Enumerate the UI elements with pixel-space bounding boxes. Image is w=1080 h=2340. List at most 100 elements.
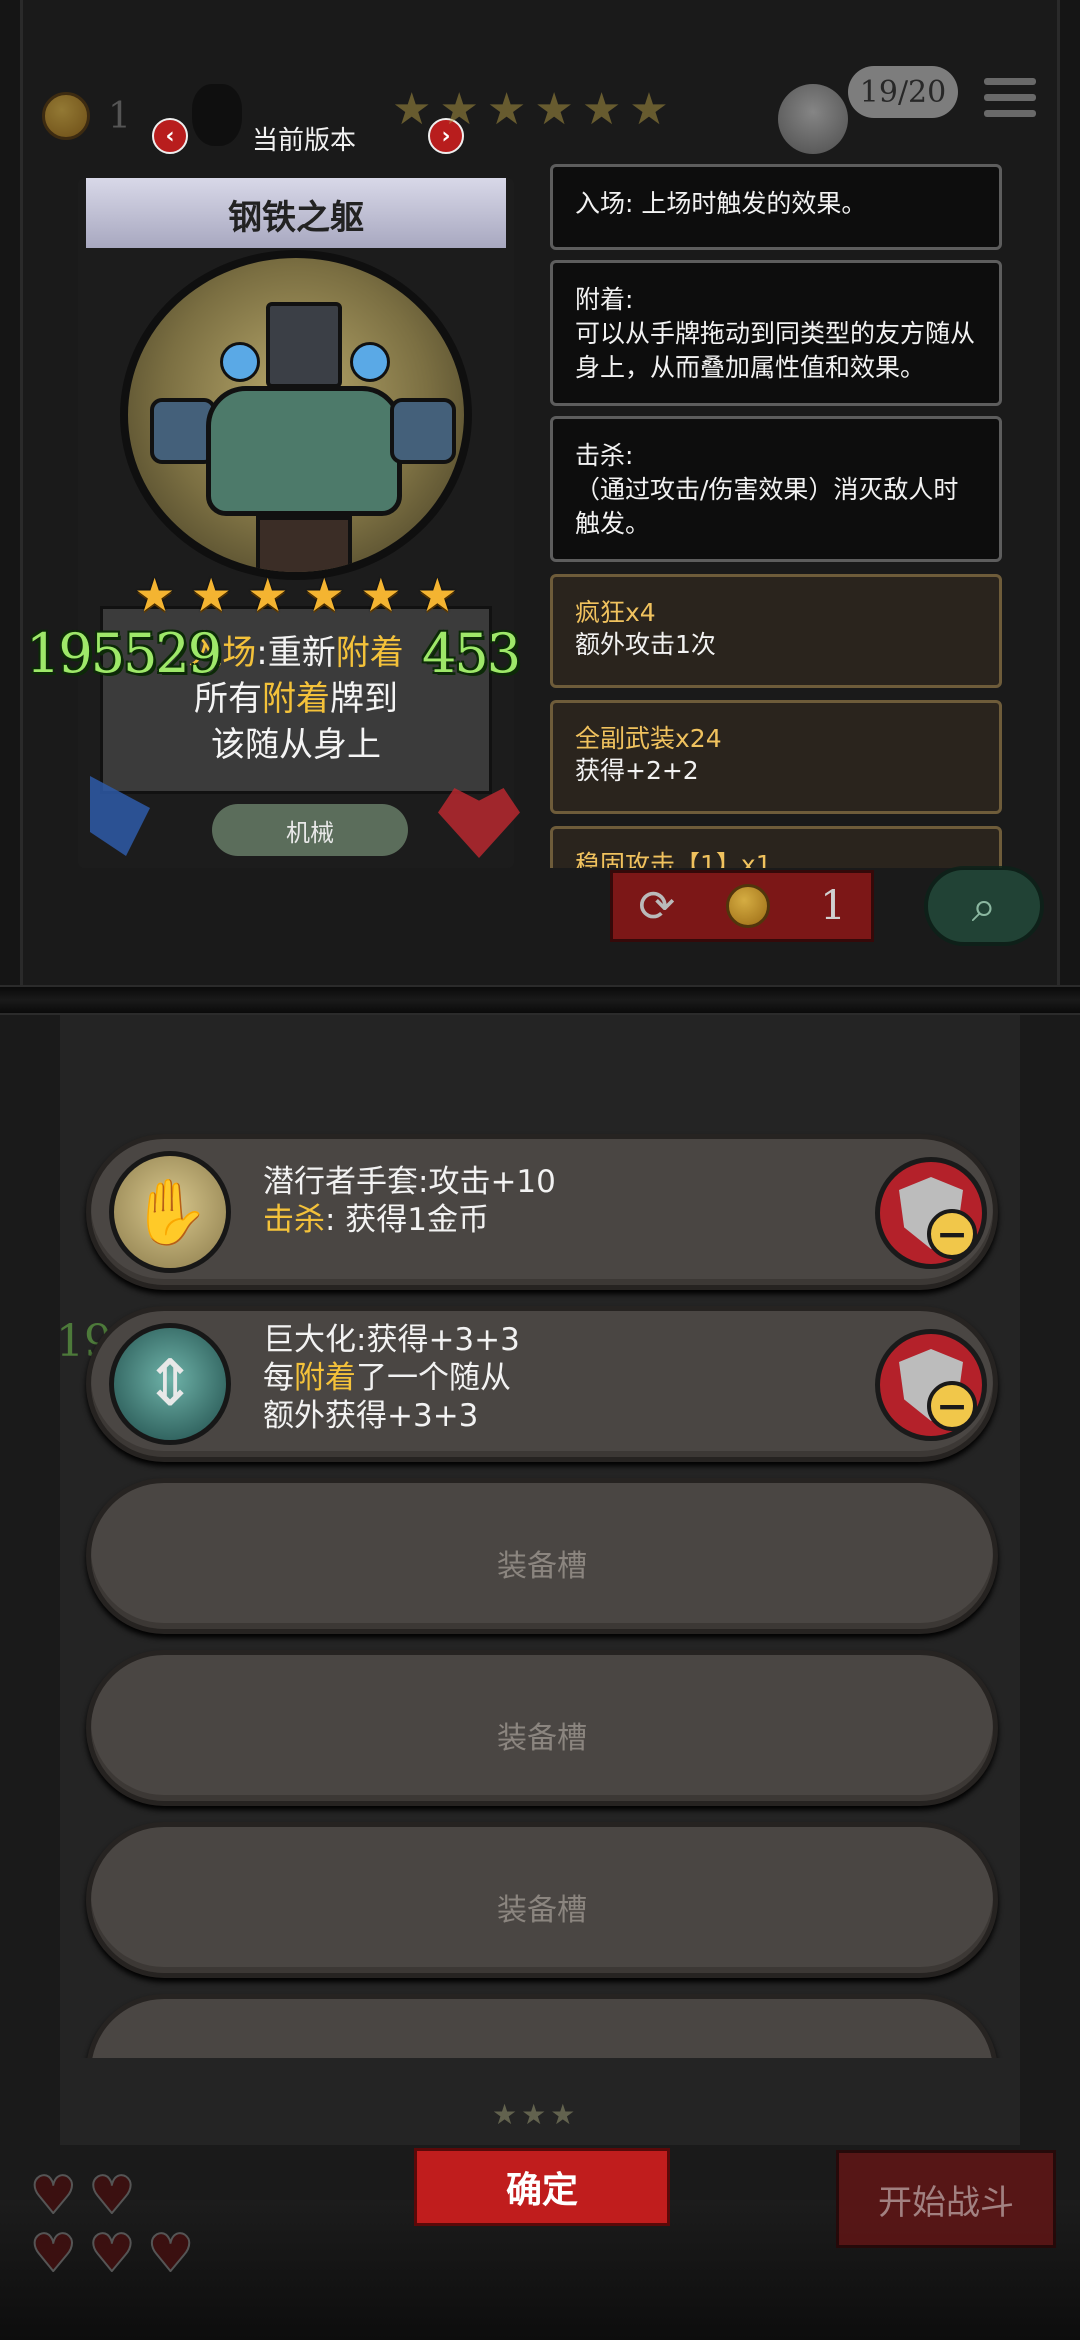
- buff-name: 疯狂x4: [575, 598, 656, 627]
- heart-icon: ♥: [29, 2224, 78, 2284]
- buff-desc: 获得+2+2: [575, 756, 699, 785]
- star-icon: ★: [190, 568, 232, 622]
- confirm-button[interactable]: 确定: [414, 2148, 670, 2226]
- empty-slot-label: 装备槽: [497, 1893, 587, 1928]
- glove-icon: ✋: [109, 1151, 231, 1273]
- star-icon: ★: [492, 2098, 518, 2131]
- star-icon: ★: [303, 568, 345, 622]
- keyword-attach: 附着: [294, 1360, 356, 1396]
- empty-equipment-slot[interactable]: 装备槽: [86, 1822, 998, 1978]
- buff-name: 全副武装x24: [575, 724, 722, 753]
- minion-card: 钢铁之躯 ★ ★ ★ ★ ★ ★ 入场:重新附着 所有附着牌到 该随从身上: [78, 168, 514, 868]
- empty-slot-label: 装备槽: [497, 1549, 587, 1584]
- card-text-line3: 该随从身上: [211, 725, 381, 765]
- equipment-line: 每附着了一个随从: [263, 1359, 823, 1397]
- keyword-panel-battlecry: 入场: 上场时触发的效果。: [550, 164, 1002, 250]
- card-text-fragment: 牌到: [330, 679, 398, 719]
- heart-icon: ♥: [88, 2166, 137, 2226]
- star-icon: ★: [534, 84, 574, 135]
- keyword-panel-attach: 附着: 可以从手牌拖动到同类型的友方随从身上，从而叠加属性值和效果。: [550, 260, 1002, 406]
- remove-equipment-button[interactable]: [875, 1329, 987, 1441]
- heart-icon: ♥: [29, 2166, 78, 2226]
- search-icon: ⌕: [971, 880, 997, 932]
- lives-row: ♥ ♥ ♥: [29, 2224, 195, 2284]
- card-text-fragment: 所有: [194, 679, 262, 719]
- equipment-line: 潜行者手套:攻击+10: [263, 1164, 556, 1200]
- equipment-line: 击杀: 获得1金币: [263, 1201, 823, 1239]
- star-icon: ★: [134, 568, 176, 622]
- refresh-cost: 1: [820, 883, 846, 929]
- equipment-modal: ✋ 潜行者手套:攻击+10 击杀: 获得1金币 − ⇕ 巨大化:获得+3+3 每…: [72, 1118, 1016, 2058]
- buff-panel: 稳固攻击【1】x1: [550, 826, 1002, 868]
- card-name: 钢铁之躯: [228, 198, 364, 238]
- equipment-slot[interactable]: ✋ 潜行者手套:攻击+10 击杀: 获得1金币 −: [86, 1134, 998, 1290]
- robot-arm: [390, 398, 456, 464]
- equipment-line-fragment: 了一个随从: [356, 1360, 511, 1396]
- empty-slot-label: 装备槽: [497, 1721, 587, 1756]
- heart-icon: ♥: [146, 2224, 195, 2284]
- star-icon: ★: [550, 2098, 576, 2131]
- star-icon: ★: [581, 84, 622, 135]
- equipment-desc: 潜行者手套:攻击+10 击杀: 获得1金币: [263, 1163, 823, 1239]
- giant-icon: ⇕: [109, 1323, 231, 1445]
- keyword-panel-kill: 击杀: （通过攻击/伤害效果）消灭敌人时触发。: [550, 416, 1002, 562]
- keyword-text: 击杀: （通过攻击/伤害效果）消灭敌人时触发。: [575, 441, 959, 538]
- tavern-tier-stars: ★ ★ ★ ★ ★ ★: [392, 88, 669, 132]
- cat-icon: [192, 84, 242, 146]
- card-text-fragment: :重新: [256, 633, 336, 673]
- equipment-line: 巨大化:获得+3+3: [263, 1322, 520, 1358]
- lives-row: ♥ ♥: [29, 2166, 137, 2226]
- buff-panel: 全副武装x24 获得+2+2: [550, 700, 1002, 814]
- keyword-list[interactable]: 入场: 上场时触发的效果。 附着: 可以从手牌拖动到同类型的友方随从身上，从而叠…: [550, 164, 1004, 868]
- tier-stars: ★ ★ ★: [492, 2098, 575, 2131]
- search-button[interactable]: ⌕: [924, 866, 1044, 946]
- keyword-text: 附着: 可以从手牌拖动到同类型的友方随从身上，从而叠加属性值和效果。: [575, 285, 976, 382]
- card-art-robot: [120, 250, 472, 580]
- minus-icon: −: [927, 1209, 977, 1259]
- star-icon: ★: [486, 84, 527, 135]
- keyword-attach: 附着: [335, 633, 404, 673]
- star-icon: ★: [629, 84, 669, 135]
- attack-value: 195529: [26, 622, 222, 685]
- section-divider: [0, 985, 1080, 1015]
- equipment-desc: 巨大化:获得+3+3 每附着了一个随从 额外获得+3+3: [263, 1321, 823, 1435]
- minus-icon: −: [927, 1381, 977, 1431]
- equipment-line-fragment: : 获得1金币: [325, 1202, 490, 1238]
- star-icon: ★: [521, 2098, 547, 2131]
- coin-count: 1: [108, 96, 131, 137]
- version-prev-button[interactable]: ‹: [152, 118, 188, 154]
- buff-name: 稳固攻击【1】x1: [575, 850, 772, 868]
- coin-icon: [725, 884, 770, 928]
- card-stars: ★ ★ ★ ★ ★ ★: [134, 572, 458, 618]
- start-battle-button[interactable]: 开始战斗: [836, 2150, 1056, 2248]
- menu-icon[interactable]: [984, 78, 1036, 130]
- buff-desc: 额外攻击1次: [575, 630, 716, 659]
- empty-equipment-slot[interactable]: 装备槽: [86, 1650, 998, 1806]
- star-icon: ★: [439, 84, 479, 135]
- refresh-icon: ⟳: [638, 880, 676, 932]
- health-value: 453: [422, 622, 521, 685]
- bolt-icon: [220, 342, 260, 382]
- equipment-slot[interactable]: ⇕ 巨大化:获得+3+3 每附着了一个随从 额外获得+3+3 −: [86, 1306, 998, 1462]
- star-icon: ★: [360, 568, 402, 622]
- refresh-shop-button[interactable]: ⟳ 1: [610, 870, 874, 942]
- keyword-text: 入场: 上场时触发的效果。: [575, 189, 867, 218]
- empty-equipment-slot[interactable]: 装备槽: [86, 1478, 998, 1634]
- bolt-icon: [350, 342, 390, 382]
- star-icon: ★: [416, 568, 458, 622]
- keyword-attach: 附着: [262, 679, 330, 719]
- star-icon: ★: [247, 568, 289, 622]
- buff-panel: 疯狂x4 额外攻击1次: [550, 574, 1002, 688]
- version-label: 当前版本: [252, 126, 357, 156]
- star-icon: ★: [392, 84, 432, 135]
- turn-counter: 19/20: [848, 66, 958, 118]
- tribe-label: 机械: [212, 804, 408, 856]
- equipment-line-fragment: 每: [263, 1360, 294, 1396]
- empty-equipment-slot[interactable]: [86, 1994, 998, 2058]
- robot-head: [266, 302, 342, 388]
- equipment-line: 额外获得+3+3: [263, 1398, 479, 1434]
- robot-body: [206, 386, 402, 516]
- remove-equipment-button[interactable]: [875, 1157, 987, 1269]
- coin-icon: [42, 92, 90, 140]
- player-avatar: [778, 84, 848, 154]
